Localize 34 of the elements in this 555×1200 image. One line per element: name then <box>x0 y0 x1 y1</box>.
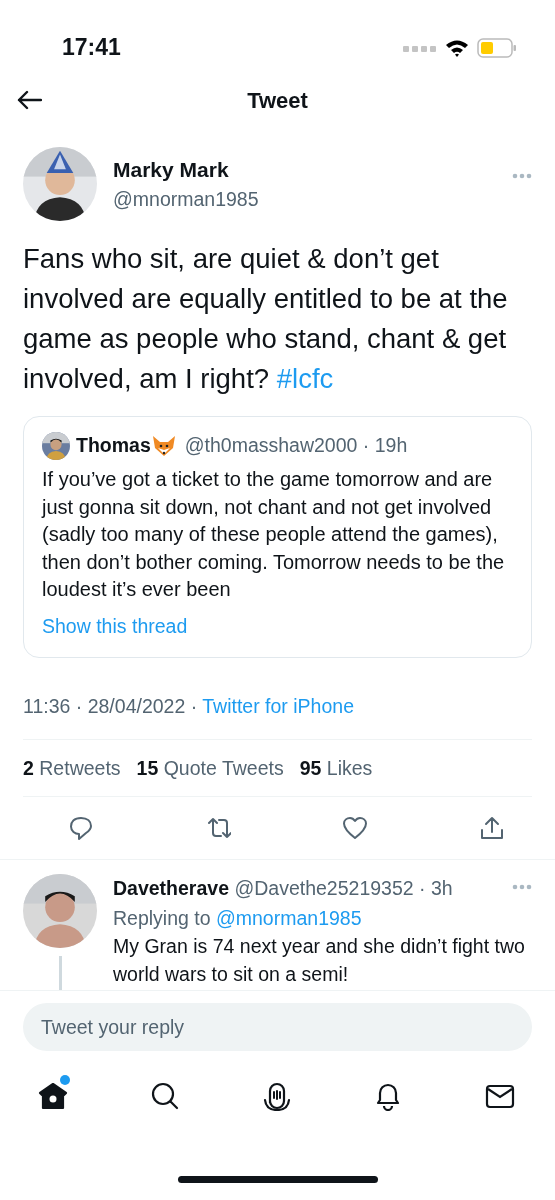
source-link[interactable]: Twitter for iPhone <box>202 695 354 717</box>
microphone-icon[interactable] <box>261 1081 292 1112</box>
author-handle: @mnorman1985 <box>113 187 260 213</box>
back-arrow-icon <box>16 90 42 110</box>
header-title: Tweet <box>247 86 308 115</box>
stat-link[interactable]: 95 Likes <box>299 753 373 783</box>
quoted-handle-time: @th0masshaw2000 · 19h <box>184 433 408 458</box>
quoted-author-name: Thomas <box>76 433 151 458</box>
quoted-tweet-card[interactable] <box>23 416 532 658</box>
reply-author-name: Davetherave <box>113 877 229 900</box>
reply-icon[interactable] <box>68 815 94 842</box>
fox-icon <box>150 433 177 458</box>
reply-input-field[interactable]: Tweet your reply <box>23 1003 532 1052</box>
tweet-timestamp: 11:36 · 28/04/2022 · <box>23 695 199 717</box>
heart-icon[interactable] <box>342 815 368 842</box>
home-icon[interactable] <box>38 1081 68 1112</box>
stat-link[interactable]: 2 Retweets <box>23 753 121 783</box>
signal-icon <box>403 43 437 52</box>
tweet-text: Fans who sit, are quiet & don’t get involved are equally entitled to be at the game as people who stand, chant & get involved, am I right? #lcfc <box>22 242 509 396</box>
search-icon[interactable] <box>149 1081 180 1112</box>
stat-link[interactable]: 15 Quote Tweets <box>136 753 284 783</box>
battery-icon <box>477 37 517 58</box>
author-name: Marky Mark <box>113 156 230 183</box>
quoted-tweet-text: If you’ve got a ticket to the game tomorrow and are just gonna sit down, not chant and not get involved (sadly too many of these people attend the games), then don’t bother coming. Tomorrow needs to be the loudest it’s ever been <box>42 467 506 603</box>
share-icon[interactable] <box>479 815 505 842</box>
wifi-icon <box>445 38 469 57</box>
reply-handle-time: @Davethe25219352 · 3h <box>234 877 453 900</box>
status-time: 17:41 <box>62 33 121 63</box>
back-button[interactable] <box>16 90 42 110</box>
show-thread-link[interactable]: Show this thread <box>42 611 188 641</box>
reply-text: My Gran is 74 next year and she didn’t fight two world wars to sit on a semi! <box>113 933 526 987</box>
hashtag-link[interactable]: #lcfc <box>276 363 334 394</box>
mention-link[interactable]: @mnorman1985 <box>216 906 362 929</box>
replying-to-label: Replying to <box>113 906 211 929</box>
